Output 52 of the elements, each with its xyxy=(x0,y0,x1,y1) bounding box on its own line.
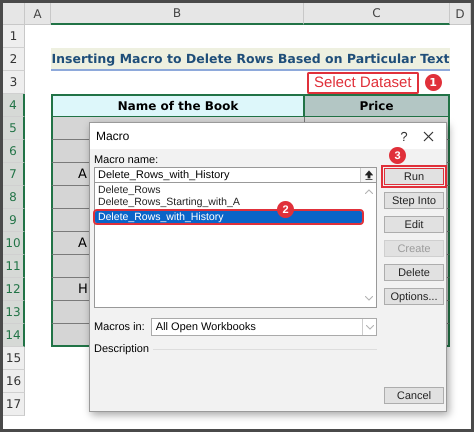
row-header[interactable]: 8 xyxy=(3,186,25,209)
step-badge: 1 xyxy=(424,74,442,91)
dialog-button[interactable]: Step Into xyxy=(384,192,444,209)
macro-name-field[interactable]: Delete_Rows_with_History xyxy=(94,167,377,183)
description-label: Description xyxy=(94,342,150,356)
step-badge: 3 xyxy=(389,147,406,164)
cell-text: A xyxy=(78,236,87,250)
row-header[interactable]: 4 xyxy=(3,94,25,117)
scroll-up-icon[interactable] xyxy=(365,189,373,194)
column-header[interactable]: A xyxy=(25,3,51,25)
row-header[interactable]: 3 xyxy=(3,71,25,94)
row-header[interactable]: 14 xyxy=(3,324,25,347)
macro-name-label: Macro name: xyxy=(94,153,160,167)
row-header[interactable]: 12 xyxy=(3,278,25,301)
macros-in-label: Macros in: xyxy=(94,320,145,334)
macro-name-input[interactable]: Delete_Rows_with_History xyxy=(98,169,360,181)
row-header[interactable]: 11 xyxy=(3,255,25,278)
column-header[interactable]: B xyxy=(51,3,304,25)
macro-list[interactable]: Delete_Rows Delete_Rows_Starting_with_A Delete_Rows_with_History 2 xyxy=(94,183,377,308)
step-badge: 2 xyxy=(277,201,294,218)
row-header[interactable]: 10 xyxy=(3,232,25,255)
cell-text: A xyxy=(78,166,87,182)
row-header[interactable]: 17 xyxy=(3,393,25,416)
row-header[interactable]: 2 xyxy=(3,48,25,71)
row-header[interactable]: 1 xyxy=(3,25,25,48)
select-all-corner[interactable] xyxy=(3,3,25,25)
caret-icon[interactable] xyxy=(366,324,374,330)
row-header[interactable]: 15 xyxy=(3,347,25,370)
macros-in-dropdown[interactable]: All Open Workbooks xyxy=(150,318,377,336)
close-icon[interactable] xyxy=(423,130,434,142)
collapse-button[interactable] xyxy=(360,168,376,182)
dialog-button[interactable]: Options... xyxy=(384,288,444,305)
macro-item[interactable]: Delete_Rows xyxy=(95,184,362,196)
row-header[interactable]: 7 xyxy=(3,163,25,186)
callout-label: Select Dataset xyxy=(307,72,419,94)
help-button[interactable]: ? xyxy=(391,128,417,144)
row-header[interactable]: 16 xyxy=(3,370,25,393)
scroll-down-icon[interactable] xyxy=(365,296,373,301)
row-header[interactable]: 6 xyxy=(3,140,25,163)
row-header[interactable]: 9 xyxy=(3,209,25,232)
dialog-button[interactable]: Edit xyxy=(384,216,444,233)
column-header[interactable]: D xyxy=(450,3,471,25)
dialog-title: Macro xyxy=(96,129,130,143)
cell-text: H xyxy=(78,282,88,296)
column-header[interactable]: C xyxy=(304,3,450,25)
cancel-button[interactable]: Cancel xyxy=(384,387,444,404)
row-header[interactable]: 5 xyxy=(3,117,25,140)
table-header-cell: Name of the Book xyxy=(51,94,304,117)
sheet-title: Inserting Macro to Delete Rows Based on Particular Text xyxy=(51,48,450,71)
row-header[interactable]: 13 xyxy=(3,301,25,324)
dialog-button[interactable]: Delete xyxy=(384,264,444,281)
table-header-cell: Price xyxy=(304,94,450,117)
